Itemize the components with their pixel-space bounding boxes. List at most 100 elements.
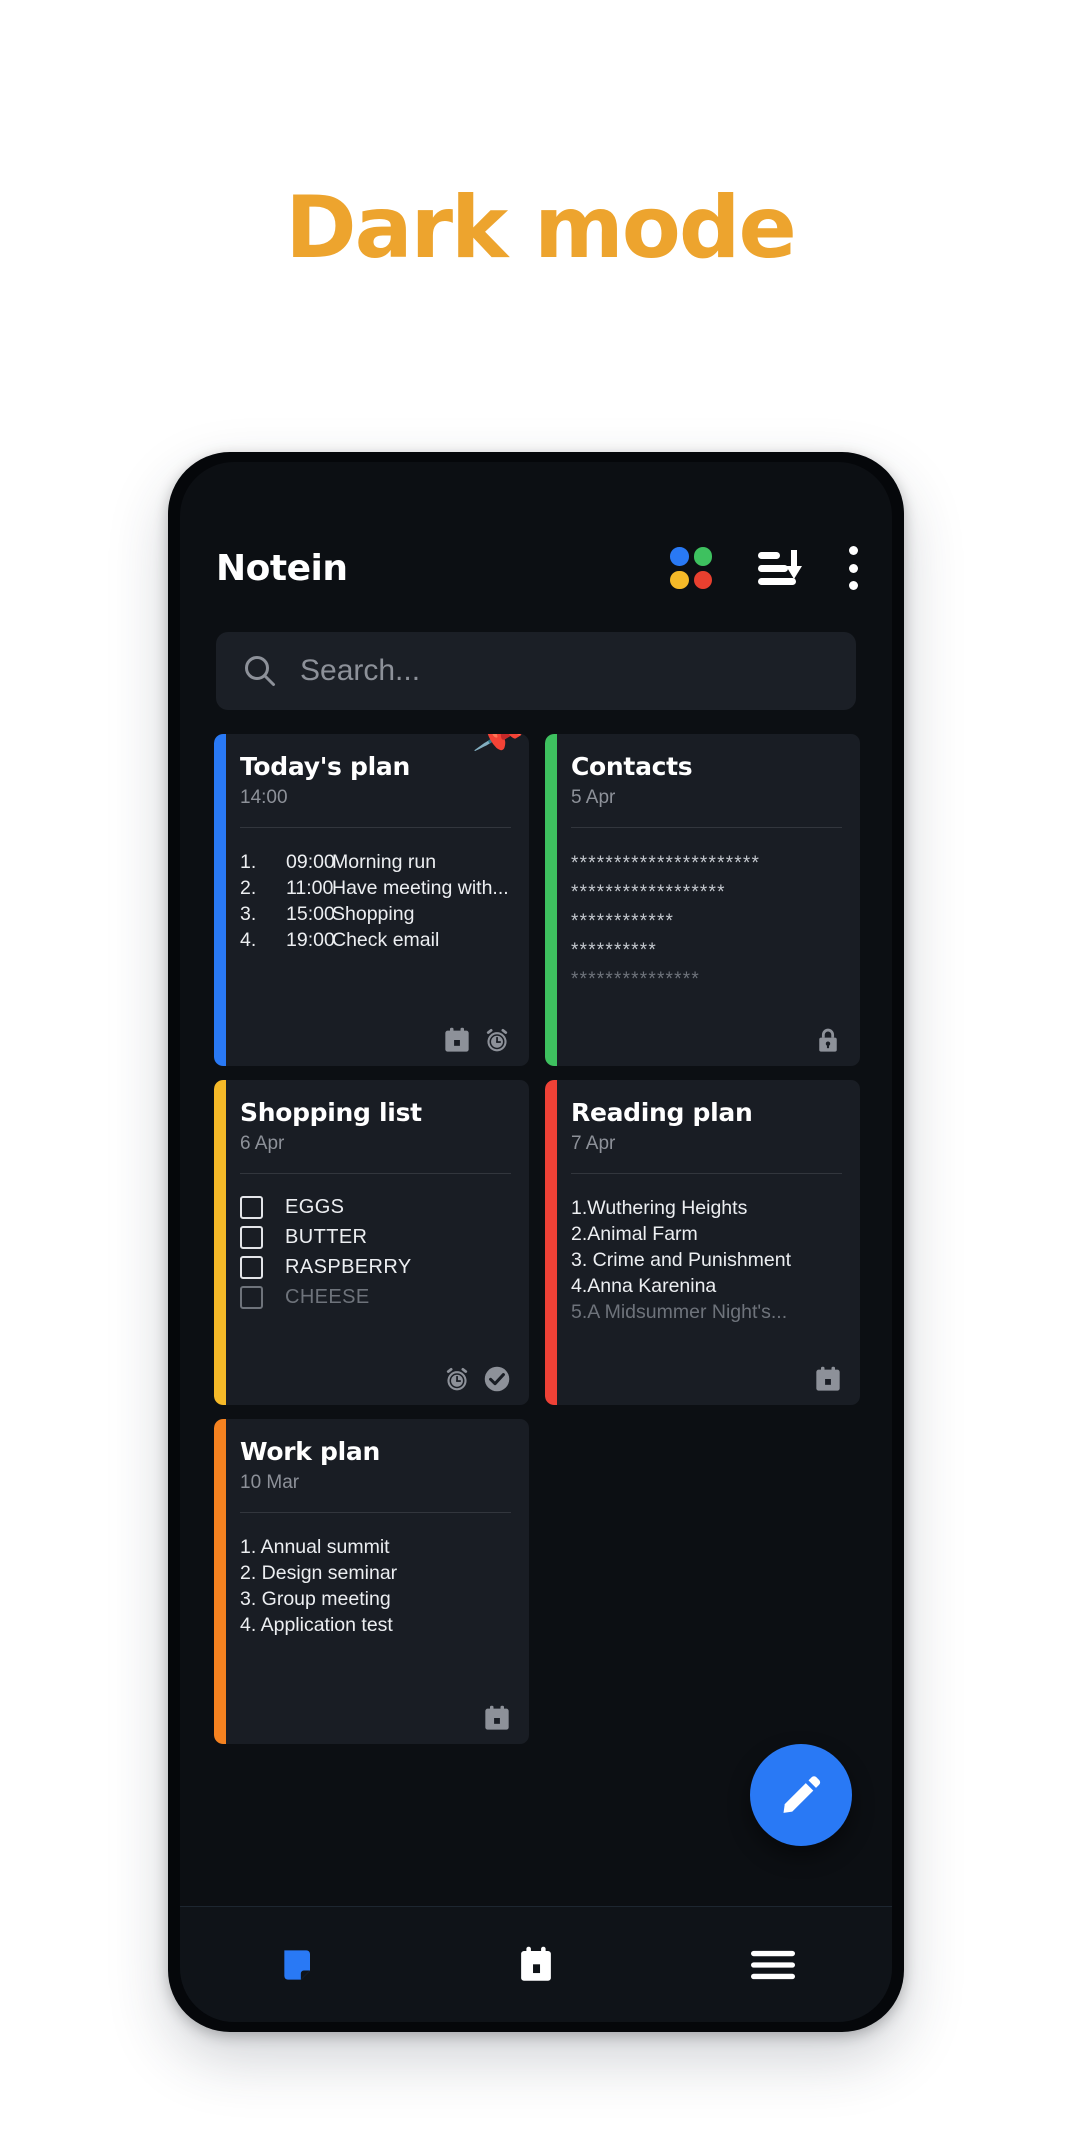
note-body: EGGS BUTTER RASPBERRY CHEESE [240,1196,511,1351]
checklist-item[interactable]: RASPBERRY [240,1256,511,1279]
note-body: ********************** *****************… [571,850,842,1012]
note-date: 5 Apr [571,787,616,808]
note-date: 6 Apr [240,1133,285,1154]
note-footer [240,1704,511,1732]
calendar-icon [445,1027,469,1052]
note-line: 1.Wuthering Heights [571,1197,748,1219]
line-time: 15:00 [286,902,335,925]
color-palette-icon[interactable] [670,547,712,589]
note-divider [571,827,842,828]
note-footer [571,1026,842,1054]
line-number: 2. [240,876,257,899]
note-line: 1. 09:00 Morning run [240,850,511,876]
note-card-reading-plan[interactable]: Reading plan 7 Apr 1.Wuthering Heights 2… [545,1080,860,1405]
checklist-label: BUTTER [285,1226,368,1248]
notes-grid: 📌 Today's plan 14:00 1. 09:00 Morning ru… [214,734,860,1744]
search-input[interactable]: Search... [216,632,856,710]
sort-icon[interactable] [758,548,802,588]
line-text: Shopping [332,902,415,925]
note-card-contacts[interactable]: Contacts 5 Apr ********************** **… [545,734,860,1066]
note-date: 7 Apr [571,1133,616,1154]
nav-calendar[interactable] [417,1907,654,2022]
overflow-menu-icon[interactable] [848,546,858,590]
line-number: 3. [240,902,257,925]
note-accent-stripe [214,1080,226,1405]
note-line: 2.Animal Farm [571,1222,698,1245]
sort-bar-2 [758,565,788,572]
note-title: Contacts [571,752,693,781]
checkbox[interactable] [240,1256,263,1279]
note-title: Reading plan [571,1098,753,1127]
note-body: 1.Wuthering Heights 2.Animal Farm 3. Cri… [571,1196,842,1351]
note-accent-stripe [545,734,557,1066]
checkbox[interactable] [240,1286,263,1309]
note-line: 2. 11:00 Have meeting with... [240,876,511,902]
search-icon [245,656,275,686]
line-number: 1. [240,851,257,873]
calendar-icon [816,1366,840,1391]
kebab-dot-2 [848,563,858,573]
palette-dot-red [693,570,712,589]
note-divider [240,1512,511,1513]
checkbox[interactable] [240,1226,263,1249]
note-divider [240,827,511,828]
palette-dot-green [693,547,712,566]
note-card-shopping-list[interactable]: Shopping list 6 Apr EGGS BUTTER RASPBERR… [214,1080,529,1405]
note-footer [240,1026,511,1054]
note-line: 3. 15:00 Shopping [240,902,511,928]
hamburger-icon [751,1950,796,1979]
note-accent-stripe [545,1080,557,1405]
line-text: Check email [332,928,440,951]
new-note-fab[interactable] [750,1744,852,1846]
line-text: Morning run [332,851,437,873]
checklist-label: EGGS [285,1196,345,1218]
calendar-icon [485,1705,509,1730]
note-divider [240,1173,511,1174]
line-time: 19:00 [286,928,335,951]
alarm-icon [446,1367,468,1391]
note-date: 14:00 [240,787,288,808]
note-line: 5.A Midsummer Night's... [571,1300,788,1323]
nav-menu[interactable] [655,1907,892,2022]
note-line: 4. Application test [240,1613,393,1636]
note-line: 3. Group meeting [240,1587,391,1610]
note-line: 4. 19:00 Check email [240,928,511,954]
bottom-navigation [180,1906,892,2022]
note-line: ************ [571,910,675,932]
app-title: Notein [216,547,348,589]
note-line: 4.Anna Karenina [571,1274,717,1297]
app-bar-actions [670,546,858,590]
note-body: 1. Annual summit 2. Design seminar 3. Gr… [240,1535,511,1690]
note-title: Work plan [240,1437,380,1466]
page-title: Dark mode [285,178,797,278]
checklist-item[interactable]: BUTTER [240,1226,511,1249]
note-line: ****************** [571,881,726,903]
checklist-label: RASPBERRY [285,1256,412,1278]
nav-notes[interactable] [180,1907,417,2022]
checklist-item[interactable]: EGGS [240,1196,511,1219]
note-title: Shopping list [240,1098,422,1127]
checkbox[interactable] [240,1196,263,1219]
checklist-item[interactable]: CHEESE [240,1286,511,1309]
kebab-dot-3 [848,581,858,590]
sort-arrow-icon [786,550,802,579]
checklist-label: CHEESE [285,1286,370,1308]
note-line: ********** [571,939,657,961]
note-line: *************** [571,968,700,990]
note-icon [283,1949,310,1980]
app-bar: Notein [180,522,892,614]
note-line: 2. Design seminar [240,1561,398,1584]
palette-dot-blue [670,547,689,566]
note-footer [571,1365,842,1393]
line-number: 4. [240,928,257,951]
note-line: 3. Crime and Punishment [571,1248,792,1271]
check-circle-icon [484,1366,510,1392]
note-divider [571,1173,842,1174]
note-card-todays-plan[interactable]: 📌 Today's plan 14:00 1. 09:00 Morning ru… [214,734,529,1066]
phone-screen: Notein Search... 📌 Today's plan 14:00 1.… [180,462,892,2022]
note-date: 10 Mar [240,1472,300,1493]
note-card-work-plan[interactable]: Work plan 10 Mar 1. Annual summit 2. Des… [214,1419,529,1744]
pencil-icon [783,1776,821,1813]
kebab-dot-1 [848,546,858,555]
note-body: 1. 09:00 Morning run 2. 11:00 Have meeti… [240,850,511,1012]
